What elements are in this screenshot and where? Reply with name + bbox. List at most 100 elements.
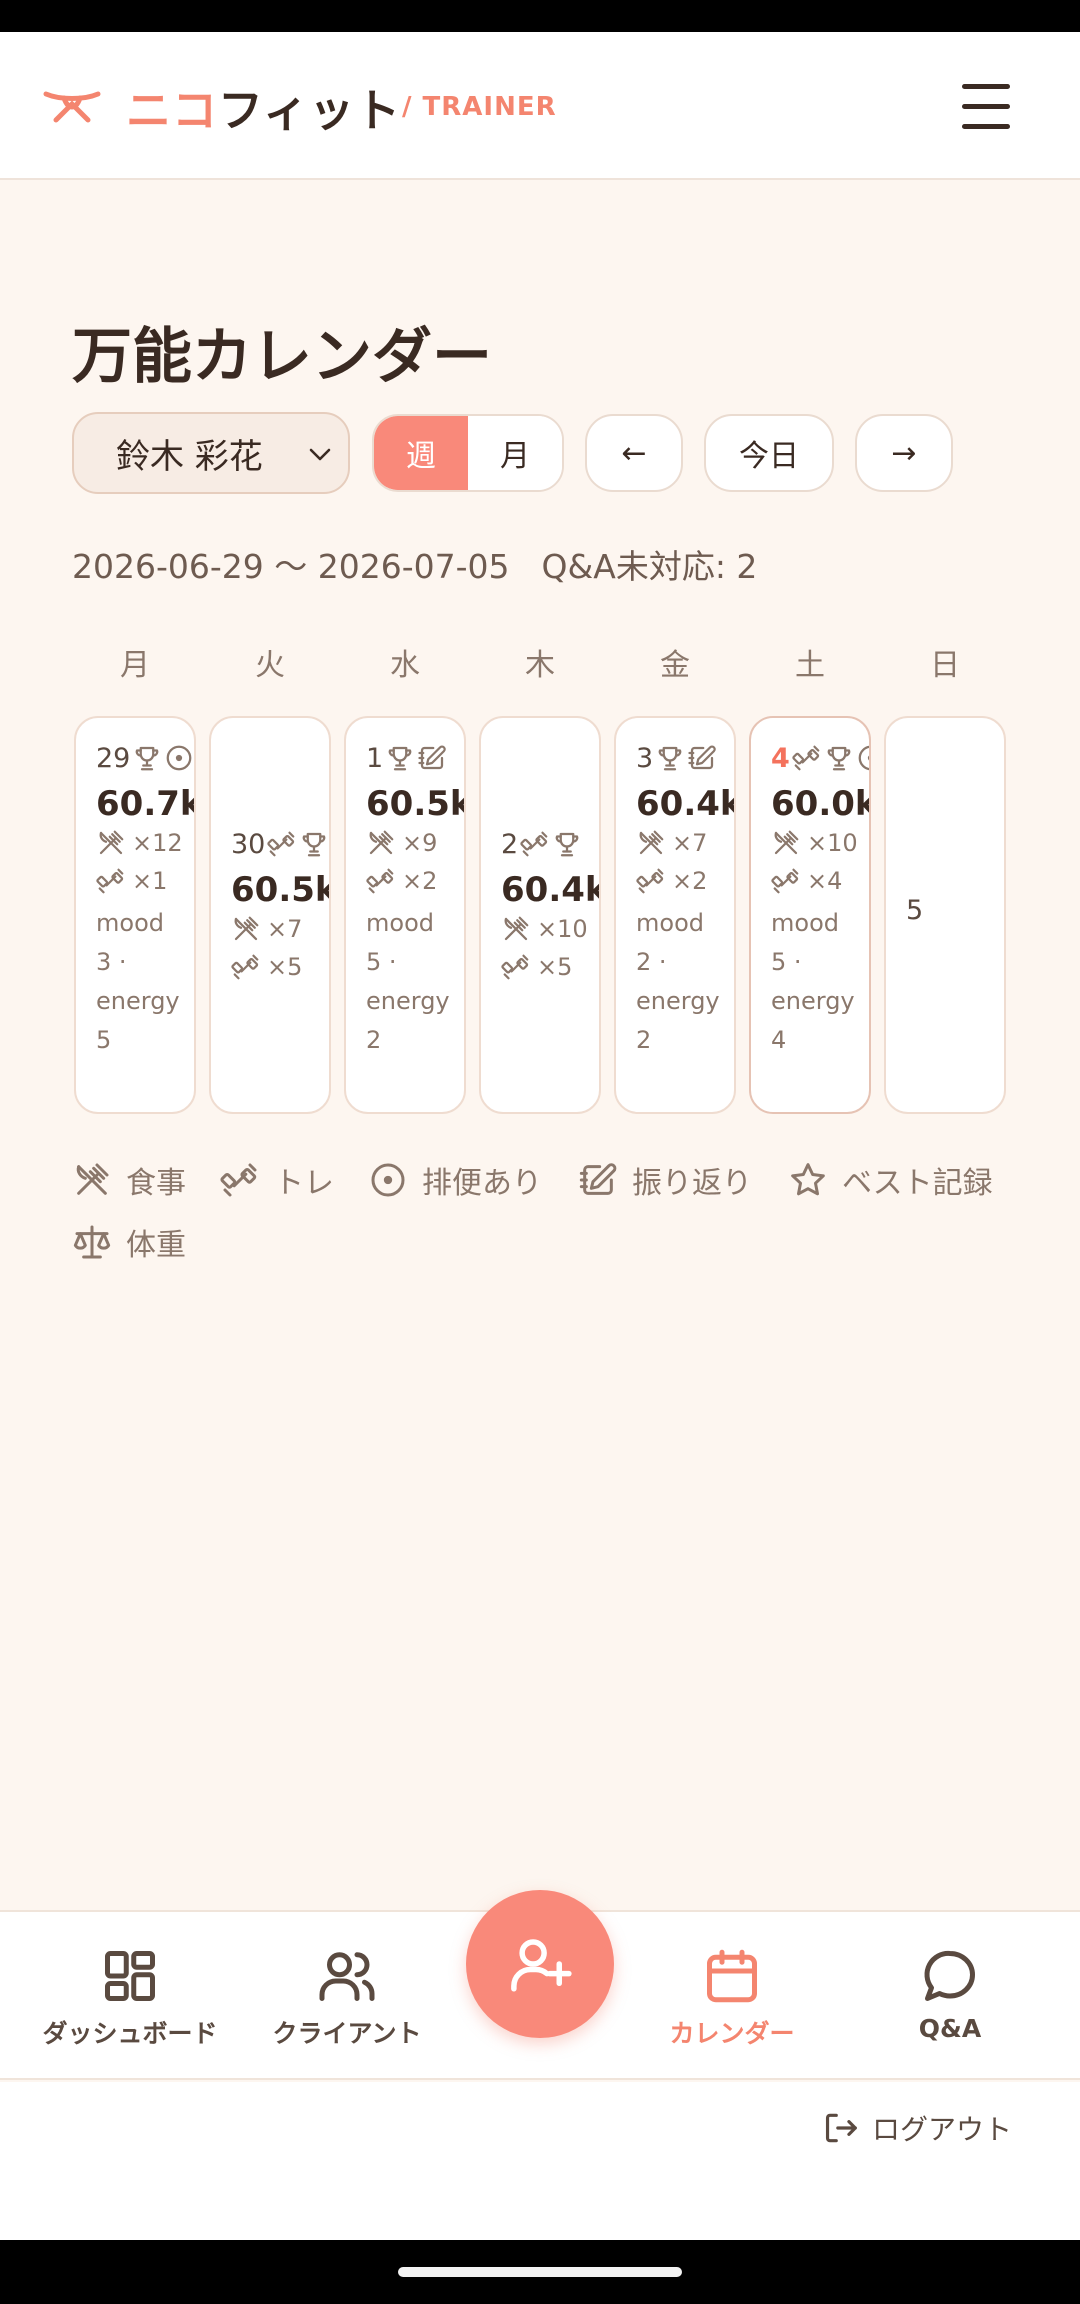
day-mood-energy: mood 2 · energy 2 — [636, 904, 726, 1060]
trophy-icon — [385, 743, 415, 773]
day-number: 29 — [96, 742, 131, 774]
trophy-icon — [132, 743, 162, 773]
nav-qa[interactable]: Q&A — [840, 1946, 1060, 2043]
logout-icon — [825, 2113, 857, 2143]
day-number: 1 — [366, 742, 384, 774]
legend-best: ベスト記録 — [788, 1158, 993, 1202]
day-meal-count: ×12 — [96, 824, 194, 862]
logout-button[interactable]: ログアウト — [822, 2108, 1012, 2148]
day-cell[interactable]: 30 60.5kg ×7 ×5 — [209, 716, 331, 1114]
qa-pending-count: Q&A未対応: 2 — [541, 547, 758, 586]
dumbbell-icon — [520, 829, 550, 859]
day-header: 4 — [771, 738, 871, 778]
day-train-count: ×4 — [771, 862, 869, 900]
day-cell[interactable]: 3 60.4kg ×7 ×2 mood 2 · energy 2 — [614, 716, 736, 1114]
day-energy-val: 2 — [636, 1026, 652, 1054]
day-cell[interactable]: 2 60.4kg ×10 ×5 — [479, 716, 601, 1114]
nav-dashboard[interactable]: ダッシュボード — [20, 1946, 240, 2050]
nav-calendar[interactable]: カレンダー — [622, 1946, 842, 2050]
date-range: 2026-06-29 〜 2026-07-05 — [72, 547, 510, 586]
dumbbell-icon — [96, 866, 126, 896]
day-weight: 60.7kg — [96, 784, 194, 824]
hamburger-menu-button[interactable] — [958, 82, 1014, 132]
legend-best-label: ベスト記録 — [842, 1166, 993, 1201]
day-meal-value: ×10 — [537, 915, 588, 943]
day-weight: 60.4kg — [501, 870, 599, 910]
weekday-label: 土 — [795, 648, 825, 683]
home-indicator[interactable] — [398, 2267, 682, 2277]
day-header: 29 — [96, 738, 196, 778]
day-meal-count: ×9 — [366, 824, 464, 862]
footer: ログアウト — [0, 2082, 1080, 2240]
day-train-value: ×4 — [807, 867, 843, 895]
day-train-value: ×5 — [267, 953, 303, 981]
day-meal-value: ×9 — [402, 829, 438, 857]
dumbbell-icon — [220, 1160, 260, 1200]
view-month-button[interactable]: 月 — [468, 416, 562, 490]
weekday-label: 木 — [525, 648, 555, 683]
star-icon — [788, 1160, 828, 1200]
day-mood-line: mood — [96, 909, 164, 937]
day-train-value: ×1 — [132, 867, 168, 895]
day-header: 1 — [366, 738, 466, 778]
day-train-count: ×2 — [366, 862, 464, 900]
day-mood-line: mood — [366, 909, 434, 937]
day-mood-line: mood — [636, 909, 704, 937]
day-train-count: ×5 — [231, 948, 329, 986]
calendar-icon — [707, 1949, 757, 2003]
day-cell[interactable]: 4 60.0kg ×10 ×4 mood 5 · energy 4 — [749, 716, 871, 1114]
nav-qa-label: Q&A — [918, 2014, 982, 2043]
day-number: 3 — [636, 742, 654, 774]
day-header: 3 — [636, 738, 736, 778]
day-cell[interactable]: 1 60.5kg ×9 ×2 mood 5 · energy 2 — [344, 716, 466, 1114]
top-bar: ニコフィット / TRAINER — [0, 32, 1080, 180]
legend-meal-label: 食事 — [126, 1166, 186, 1201]
day-mood-val: 5 · — [366, 948, 397, 976]
nav-clients-label: クライアント — [272, 2019, 422, 2048]
trophy-icon — [824, 743, 854, 773]
day-number: 4 — [771, 742, 790, 774]
day-energy-line: energy — [771, 987, 855, 1015]
trophy-icon — [299, 829, 329, 859]
day-energy-val: 4 — [771, 1026, 787, 1054]
day-mood-line: mood — [771, 909, 839, 937]
day-train-count: ×2 — [636, 862, 734, 900]
day-meal-count: ×7 — [231, 910, 329, 948]
day-cell[interactable]: 29 60.7kg ×12 ×1 mood 3 · energy 5 — [74, 716, 196, 1114]
calendar-controls: 鈴木 彩花 週 月 ← 今日 → — [72, 412, 1072, 494]
meal-icon — [636, 828, 666, 858]
logout-label: ログアウト — [872, 2113, 1013, 2146]
logo-icon — [43, 91, 101, 123]
next-week-button[interactable]: → — [855, 414, 953, 492]
meal-icon — [366, 828, 396, 858]
circle-dot-icon — [164, 743, 194, 773]
app-brand: ニコフィット — [126, 74, 401, 139]
legend-reflect: 振り返り — [578, 1158, 752, 1202]
system-nav-bar — [0, 2240, 1080, 2304]
dumbbell-icon — [771, 866, 801, 896]
day-energy-line: energy — [96, 987, 180, 1015]
day-cell[interactable]: 5 — [884, 716, 1006, 1114]
day-train-value: ×2 — [672, 867, 708, 895]
prev-week-button[interactable]: ← — [585, 414, 683, 492]
weekday-label: 月 — [120, 648, 150, 683]
role-tag: / TRAINER — [402, 92, 557, 122]
meal-icon — [72, 1160, 112, 1200]
circle-dot-icon — [856, 743, 871, 773]
weekday-label: 金 — [660, 648, 690, 683]
day-meal-count: ×10 — [501, 910, 599, 948]
today-button[interactable]: 今日 — [704, 414, 834, 492]
dumbbell-icon — [231, 952, 261, 982]
trophy-icon — [552, 829, 582, 859]
journal-icon — [417, 743, 447, 773]
client-select[interactable]: 鈴木 彩花 — [72, 412, 350, 494]
day-train-value: ×5 — [537, 953, 573, 981]
chat-bubble-icon — [924, 1950, 975, 2001]
add-client-button[interactable] — [466, 1890, 614, 2038]
weekday-label: 火 — [255, 648, 285, 683]
legend-train-label: トレ — [274, 1166, 334, 1201]
nav-clients[interactable]: クライアント — [237, 1946, 457, 2050]
day-mood-energy: mood 5 · energy 4 — [771, 904, 861, 1060]
day-train-count: ×1 — [96, 862, 194, 900]
view-week-button[interactable]: 週 — [374, 416, 468, 490]
